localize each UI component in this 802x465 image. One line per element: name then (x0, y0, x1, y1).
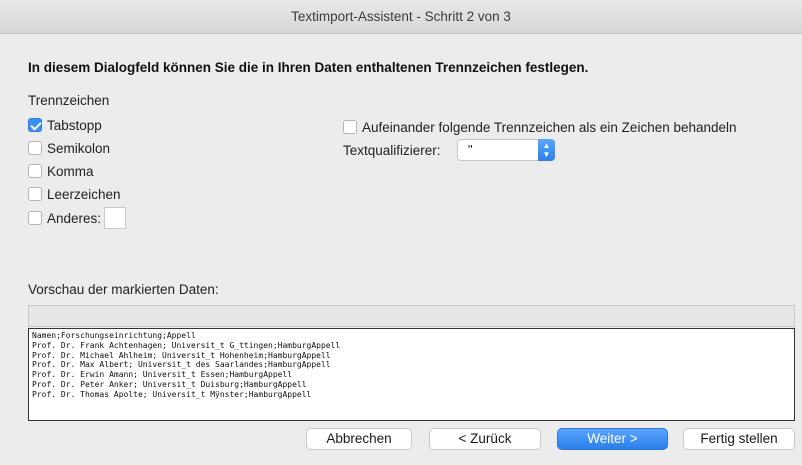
checkbox-semicolon[interactable]: Semikolon (28, 138, 110, 158)
checkbox-consecutive-label: Aufeinander folgende Trennzeichen als ei… (362, 119, 737, 135)
checkbox-space-box[interactable] (28, 187, 42, 201)
cancel-button[interactable]: Abbrechen (306, 428, 412, 450)
checkbox-comma-label: Komma (47, 163, 94, 179)
checkbox-comma-box[interactable] (28, 164, 42, 178)
text-qualifier-value: " (468, 142, 473, 157)
text-qualifier-label: Textqualifizierer: (343, 143, 441, 158)
checkbox-semicolon-label: Semikolon (47, 140, 111, 156)
preview-line: Prof. Dr. Thomas Apolte; Universit_t Mÿn… (32, 389, 312, 399)
finish-button[interactable]: Fertig stellen (683, 428, 795, 450)
checkbox-consecutive[interactable]: Aufeinander folgende Trennzeichen als ei… (343, 117, 737, 137)
checkbox-space[interactable]: Leerzeichen (28, 184, 121, 204)
checkbox-space-label: Leerzeichen (47, 186, 121, 202)
preview-line: Prof. Dr. Max Albert; Universit_t des Sa… (32, 360, 331, 370)
preview-line: Namen;Forschungseinrichtung;Appell (32, 331, 196, 340)
checkbox-other-label: Anderes: (47, 210, 102, 226)
back-button[interactable]: < Zurück (429, 428, 541, 450)
next-button[interactable]: Weiter > (557, 428, 668, 450)
other-delimiter-input[interactable] (104, 207, 127, 229)
checkbox-consecutive-box[interactable] (343, 120, 357, 134)
preview-line: Prof. Dr. Michael Ahlheim; Universit_t H… (32, 350, 331, 360)
preview-column-header[interactable] (28, 305, 795, 327)
text-qualifier-select[interactable]: " ▲ ▼ (457, 139, 555, 161)
preview-label: Vorschau der markierten Daten: (28, 282, 219, 297)
dialog-heading: In diesem Dialogfeld können Sie die in I… (28, 60, 589, 75)
delimiters-label: Trennzeichen (28, 93, 110, 108)
checkbox-other-box[interactable] (28, 211, 42, 225)
preview-line: Prof. Dr. Frank Achtenhagen; Universit_t… (32, 340, 341, 350)
checkbox-tab-label: Tabstopp (47, 117, 102, 133)
checkbox-tab-box[interactable] (28, 118, 42, 132)
window-title: Textimport-Assistent - Schritt 2 von 3 (0, 0, 802, 34)
checkbox-semicolon-box[interactable] (28, 141, 42, 155)
checkbox-tab[interactable]: Tabstopp (28, 115, 102, 135)
preview-line: Prof. Dr. Peter Anker; Universit_t Duisb… (32, 379, 307, 389)
data-preview[interactable]: Namen;Forschungseinrichtung;Appell Prof.… (28, 328, 795, 421)
checkbox-other[interactable]: Anderes: (28, 206, 127, 230)
checkbox-comma[interactable]: Komma (28, 161, 94, 181)
preview-line: Prof. Dr. Erwin Amann; Universit_t Essen… (32, 370, 293, 380)
chevron-updown-icon[interactable]: ▲ ▼ (538, 139, 555, 161)
